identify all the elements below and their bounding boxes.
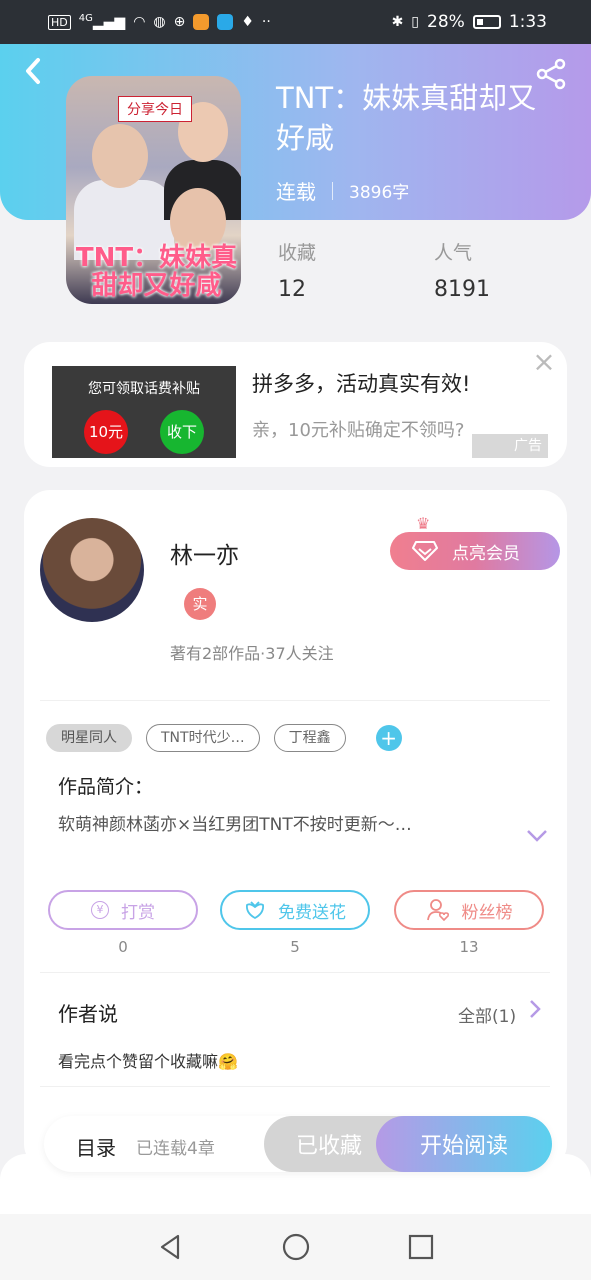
ad-image[interactable]: 您可领取话费补贴 10元 收下	[52, 366, 236, 458]
ad-subtitle: 亲，10元补贴确定不领吗?	[252, 420, 465, 441]
start-reading-label: 开始阅读	[419, 1134, 508, 1159]
author-name[interactable]: 林一亦	[170, 536, 239, 570]
back-arrow-icon	[26, 58, 40, 84]
fans-count: 13	[459, 938, 479, 956]
toc-button[interactable]: 目录	[76, 1132, 116, 1161]
avatar[interactable]	[40, 518, 144, 622]
signal-icon: 4G▂▄▆	[78, 13, 126, 31]
ad-badge: 广告	[472, 434, 548, 458]
flower-label: 免费送花	[278, 902, 346, 923]
video-app-icon	[193, 14, 210, 30]
bulb-icon: ♦	[241, 14, 254, 30]
author-meta: 著有2部作品·37人关注	[170, 644, 334, 663]
fans-rank-button[interactable]: 粉丝榜	[394, 890, 544, 930]
compass-icon: ⊕	[173, 14, 186, 30]
ad-image-text: 您可领取话费补贴	[88, 381, 200, 397]
fans-rank-label: 粉丝榜	[461, 902, 513, 923]
hd-icon: HD	[48, 14, 71, 30]
back-button[interactable]	[20, 54, 50, 88]
fan-icon	[426, 899, 449, 922]
book-cover[interactable]: 分享今日 TNT：妹妹真甜却又好咸	[66, 76, 241, 304]
stat-label: 收藏	[278, 242, 317, 264]
tip-label: 打赏	[121, 902, 155, 923]
stat-value: 8191	[434, 277, 490, 302]
battery-icon	[472, 15, 501, 29]
intro-heading: 作品简介：	[58, 776, 154, 798]
stat-popularity: 人气 8191	[434, 238, 490, 302]
cover-tag: 分享今日	[118, 96, 192, 122]
nav-home-icon[interactable]	[281, 1232, 311, 1262]
tip-button[interactable]: ¥ 打赏	[48, 890, 198, 930]
tag-list: 明星同人 TNT时代少… 丁程鑫 +	[46, 724, 402, 752]
serial-status: 连载	[276, 180, 316, 204]
stat-value: 12	[278, 277, 306, 302]
divider	[40, 972, 550, 973]
add-tag-button[interactable]: +	[375, 725, 402, 751]
favorited-label: 已收藏	[295, 1134, 362, 1159]
globe-icon: ◍	[153, 14, 166, 30]
status-bar: HD 4G▂▄▆ ◠ ◍ ⊕ ♦ ·· ✱ ▯ 28% 1:33	[0, 0, 591, 44]
stat-label: 人气	[434, 242, 473, 264]
tip-count: 0	[118, 938, 128, 956]
vip-button[interactable]: 点亮会员	[390, 532, 560, 570]
author-says-all-link[interactable]: 全部(1)	[458, 1002, 516, 1027]
divider	[40, 700, 550, 701]
flower-icon	[246, 901, 264, 920]
intro-text: 软萌神颜林菡亦×当红男团TNT不按时更新～…	[58, 815, 412, 835]
nav-back-icon[interactable]	[156, 1232, 186, 1262]
expand-chevron-icon[interactable]	[526, 824, 548, 848]
stat-favorites: 收藏 12	[278, 238, 316, 302]
tag-chip[interactable]: TNT时代少…	[146, 724, 260, 752]
divider	[332, 181, 333, 200]
word-count: 3896字	[349, 183, 410, 203]
wifi-icon: ◠	[133, 14, 146, 30]
crown-icon: ♛	[416, 514, 431, 533]
close-icon[interactable]: ×	[530, 348, 558, 376]
vip-button-label: 点亮会员	[452, 543, 520, 564]
tips-app-icon	[217, 14, 234, 30]
nav-recents-icon[interactable]	[406, 1232, 436, 1262]
ad-red-button: 10元	[84, 410, 128, 454]
start-reading-button[interactable]: 开始阅读	[376, 1116, 552, 1172]
flower-button[interactable]: 免费送花	[220, 890, 370, 930]
chapter-count: 已连载4章	[136, 1139, 215, 1159]
more-dots-icon: ··	[261, 14, 271, 30]
yen-icon: ¥	[91, 901, 109, 919]
flower-count: 5	[290, 938, 300, 956]
tag-chip[interactable]: 丁程鑫	[273, 724, 346, 752]
tag-chip[interactable]: 明星同人	[46, 724, 132, 752]
verified-badge: 实	[184, 588, 216, 620]
clock: 1:33	[508, 12, 547, 32]
diamond-icon	[412, 541, 438, 561]
bottom-action-bar: 目录 已连载4章 已收藏 开始阅读	[44, 1116, 552, 1172]
ad-title: 拼多多，活动真实有效!	[252, 372, 471, 396]
bluetooth-icon: ✱	[391, 14, 404, 30]
battery-percent: 28%	[427, 12, 465, 32]
author-card: 林一亦 实 著有2部作品·37人关注 ♛ 点亮会员 明星同人 TNT时代少… 丁…	[24, 490, 567, 1170]
book-title: TNT：妹妹真甜却又好咸	[276, 81, 537, 155]
ad-card[interactable]: 您可领取话费补贴 10元 收下 拼多多，活动真实有效! 亲，10元补贴确定不领吗…	[24, 342, 567, 467]
vibrate-icon: ▯	[411, 14, 420, 30]
book-status: 连载 3896字	[276, 176, 409, 205]
system-nav-bar	[0, 1214, 591, 1280]
divider	[40, 1086, 550, 1087]
author-says-heading: 作者说	[58, 1002, 118, 1026]
author-says-text: 看完点个赞留个收藏嘛🤗	[58, 1052, 238, 1071]
chevron-right-icon[interactable]	[528, 998, 542, 1026]
ad-green-button: 收下	[160, 410, 204, 454]
cover-title: TNT：妹妹真甜却又好咸	[75, 243, 238, 301]
